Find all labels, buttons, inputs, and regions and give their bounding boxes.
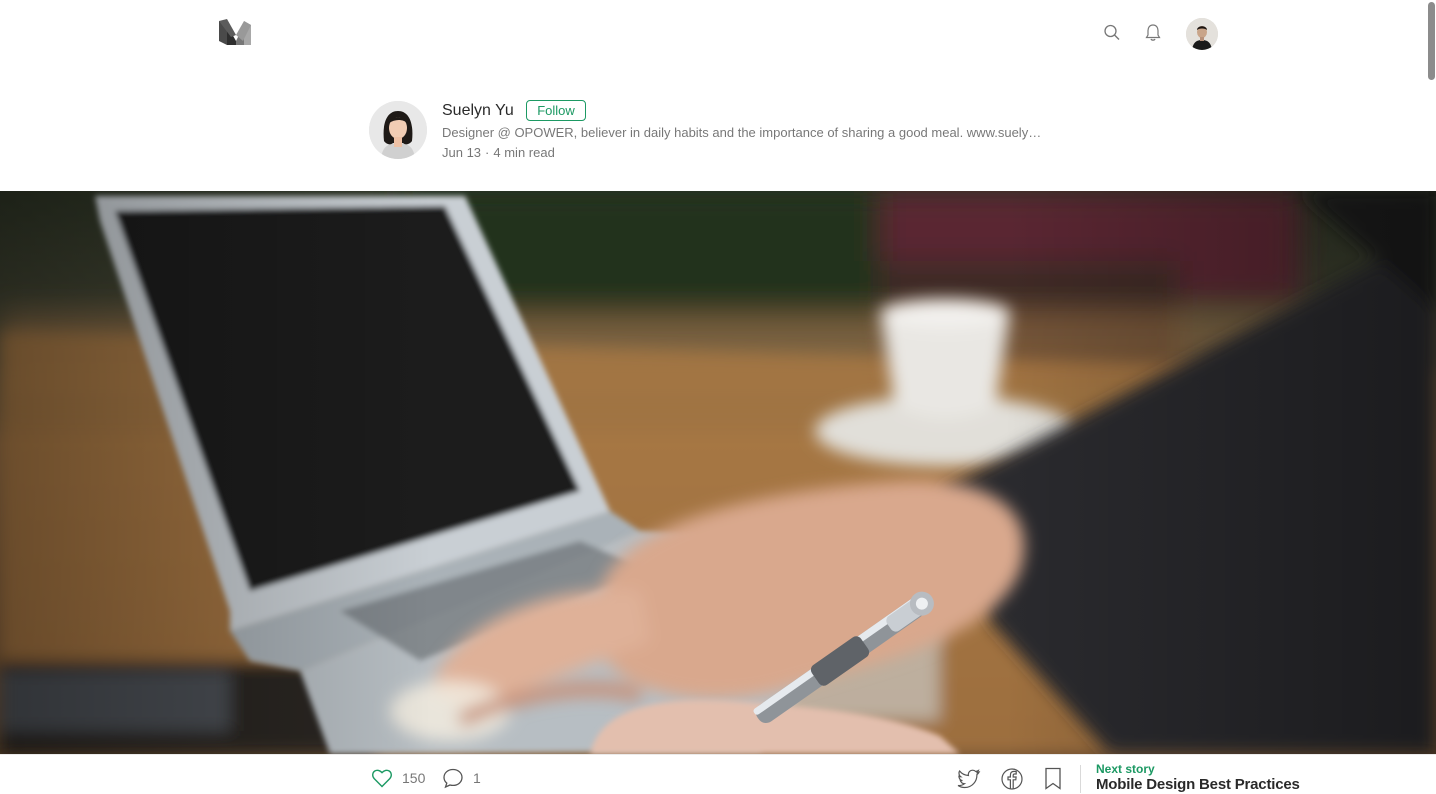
facebook-icon[interactable] — [999, 766, 1025, 792]
scrollbar[interactable] — [1428, 2, 1435, 80]
clap-count: 150 — [402, 770, 426, 786]
clap-button[interactable]: 150 — [370, 765, 425, 791]
author-avatar[interactable] — [369, 101, 427, 159]
search-icon[interactable] — [1102, 22, 1122, 44]
response-count: 1 — [473, 770, 481, 786]
hero-image — [0, 191, 1436, 754]
twitter-icon[interactable] — [956, 766, 982, 792]
author-meta: Suelyn Yu Follow Designer @ OPOWER, beli… — [442, 100, 1092, 162]
bookmark-icon[interactable] — [1043, 766, 1063, 792]
medium-logo-icon[interactable] — [219, 19, 251, 45]
next-story-label: Next story — [1096, 762, 1155, 776]
post-date: Jun 13 — [442, 145, 482, 160]
divider — [1080, 765, 1081, 793]
bottom-action-bar: 150 1 Next story Mobile Design Best Prac… — [0, 754, 1436, 794]
next-story-link[interactable]: Next story Mobile Design Best Practices — [1096, 762, 1300, 794]
top-nav — [0, 0, 1436, 66]
read-time: 4 min read — [493, 145, 555, 160]
bell-icon[interactable] — [1143, 22, 1163, 44]
post-meta: Jun 13 · 4 min read — [442, 144, 1092, 162]
author-bio: Designer @ OPOWER, believer in daily hab… — [442, 125, 1042, 140]
follow-button[interactable]: Follow — [526, 100, 586, 121]
author-name[interactable]: Suelyn Yu — [442, 101, 514, 121]
comment-icon — [443, 768, 463, 789]
author-block: Suelyn Yu Follow Designer @ OPOWER, beli… — [369, 100, 1089, 164]
user-avatar[interactable] — [1186, 18, 1218, 50]
meta-separator: · — [485, 145, 490, 160]
next-story-title: Mobile Design Best Practices — [1096, 776, 1300, 793]
heart-icon — [372, 769, 392, 788]
respond-button[interactable]: 1 — [441, 765, 481, 791]
